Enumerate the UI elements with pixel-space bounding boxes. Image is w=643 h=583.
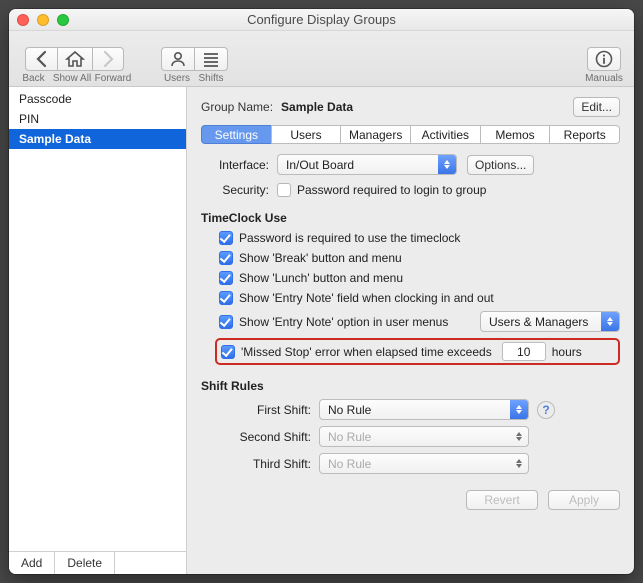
user-icon bbox=[169, 50, 187, 68]
shift2-select[interactable]: No Rule bbox=[319, 426, 529, 447]
sidebar-item-passcode[interactable]: Passcode bbox=[9, 89, 186, 109]
tc-entrymenu-checkbox[interactable]: Show 'Entry Note' option in user menus bbox=[219, 315, 448, 329]
revert-button[interactable]: Revert bbox=[466, 490, 538, 510]
chevron-updown-icon bbox=[510, 427, 528, 446]
tc-entrynote-label: Show 'Entry Note' field when clocking in… bbox=[239, 291, 494, 305]
shifts-label: Shifts bbox=[194, 73, 228, 84]
security-label: Security: bbox=[201, 183, 269, 197]
minimize-icon[interactable] bbox=[37, 14, 49, 26]
chevron-left-icon bbox=[35, 50, 49, 68]
tab-settings[interactable]: Settings bbox=[201, 125, 271, 144]
tc-password-checkbox[interactable]: Password is required to use the timecloc… bbox=[219, 231, 460, 245]
security-check-label: Password required to login to group bbox=[297, 183, 486, 197]
body: Passcode PIN Sample Data Add Delete Grou… bbox=[9, 87, 634, 574]
tc-entrynote-checkbox[interactable]: Show 'Entry Note' field when clocking in… bbox=[219, 291, 494, 305]
tab-reports[interactable]: Reports bbox=[549, 125, 620, 144]
sidebar-list[interactable]: Passcode PIN Sample Data bbox=[9, 87, 186, 551]
tc-entrymenu-label: Show 'Entry Note' option in user menus bbox=[239, 315, 448, 329]
checkbox-icon bbox=[219, 251, 233, 265]
help-icon[interactable]: ? bbox=[537, 401, 555, 419]
sidebar-footer: Add Delete bbox=[9, 551, 186, 574]
shift-header: Shift Rules bbox=[201, 379, 620, 393]
tab-managers[interactable]: Managers bbox=[340, 125, 410, 144]
sidebar-item-sample-data[interactable]: Sample Data bbox=[9, 129, 186, 149]
shift1-value: No Rule bbox=[328, 403, 371, 417]
shift1-select[interactable]: No Rule bbox=[319, 399, 529, 420]
entrymenu-value: Users & Managers bbox=[489, 315, 588, 329]
back-label: Back bbox=[17, 73, 50, 84]
tc-break-label: Show 'Break' button and menu bbox=[239, 251, 402, 265]
tab-users[interactable]: Users bbox=[271, 125, 341, 144]
back-button[interactable] bbox=[25, 47, 57, 71]
checkbox-icon bbox=[219, 271, 233, 285]
shift1-label: First Shift: bbox=[201, 403, 311, 417]
forward-label: Forward bbox=[94, 73, 132, 84]
delete-button[interactable]: Delete bbox=[55, 552, 115, 574]
shift3-select[interactable]: No Rule bbox=[319, 453, 529, 474]
close-icon[interactable] bbox=[17, 14, 29, 26]
shift3-value: No Rule bbox=[328, 457, 371, 471]
traffic-lights bbox=[17, 14, 69, 26]
toolbar: Back Show All Forward Users Shifts bbox=[9, 31, 634, 87]
edit-button[interactable]: Edit... bbox=[573, 97, 620, 117]
interface-label: Interface: bbox=[201, 158, 269, 172]
forward-button[interactable] bbox=[92, 47, 124, 71]
shifts-button[interactable] bbox=[194, 47, 228, 71]
tc-break-checkbox[interactable]: Show 'Break' button and menu bbox=[219, 251, 402, 265]
checkbox-icon bbox=[219, 315, 233, 329]
shift2-label: Second Shift: bbox=[201, 430, 311, 444]
checkbox-icon bbox=[219, 291, 233, 305]
users-button[interactable] bbox=[161, 47, 194, 71]
window-title: Configure Display Groups bbox=[9, 12, 634, 27]
zoom-icon[interactable] bbox=[57, 14, 69, 26]
shift3-label: Third Shift: bbox=[201, 457, 311, 471]
interface-value: In/Out Board bbox=[286, 158, 354, 172]
showall-label: Show All bbox=[50, 73, 94, 84]
tc-lunch-checkbox[interactable]: Show 'Lunch' button and menu bbox=[219, 271, 403, 285]
manuals-button[interactable] bbox=[587, 47, 621, 71]
tc-missed-checkbox[interactable]: 'Missed Stop' error when elapsed time ex… bbox=[221, 345, 492, 359]
checkbox-icon bbox=[277, 183, 291, 197]
tabs: Settings Users Managers Activities Memos… bbox=[201, 125, 620, 144]
sidebar: Passcode PIN Sample Data Add Delete bbox=[9, 87, 187, 574]
chevron-updown-icon bbox=[510, 400, 528, 419]
shift2-value: No Rule bbox=[328, 430, 371, 444]
chevron-right-icon bbox=[101, 50, 115, 68]
apply-button[interactable]: Apply bbox=[548, 490, 620, 510]
info-icon bbox=[595, 50, 613, 68]
manuals-label: Manuals bbox=[584, 73, 624, 84]
missed-hours-input[interactable]: 10 bbox=[502, 342, 546, 361]
tc-password-label: Password is required to use the timecloc… bbox=[239, 231, 460, 245]
tab-memos[interactable]: Memos bbox=[480, 125, 550, 144]
security-checkbox-row[interactable]: Password required to login to group bbox=[277, 183, 486, 197]
entrymenu-select[interactable]: Users & Managers bbox=[480, 311, 620, 332]
show-all-button[interactable] bbox=[57, 47, 92, 71]
options-button[interactable]: Options... bbox=[467, 155, 534, 175]
chevron-updown-icon bbox=[438, 155, 456, 174]
checkbox-icon bbox=[221, 345, 235, 359]
missed-stop-row: 'Missed Stop' error when elapsed time ex… bbox=[215, 338, 620, 365]
chevron-updown-icon bbox=[510, 454, 528, 473]
home-icon bbox=[65, 50, 85, 68]
tab-activities[interactable]: Activities bbox=[410, 125, 480, 144]
tc-missed-label: 'Missed Stop' error when elapsed time ex… bbox=[241, 345, 492, 359]
users-label: Users bbox=[160, 73, 194, 84]
group-name-value: Sample Data bbox=[281, 100, 353, 114]
content: Group Name: Sample Data Edit... Settings… bbox=[187, 87, 634, 574]
chevron-updown-icon bbox=[601, 312, 619, 331]
missed-units-label: hours bbox=[552, 345, 582, 359]
checkbox-icon bbox=[219, 231, 233, 245]
sidebar-item-pin[interactable]: PIN bbox=[9, 109, 186, 129]
list-icon bbox=[202, 50, 220, 68]
window: Configure Display Groups Back Show All F… bbox=[9, 9, 634, 574]
interface-select[interactable]: In/Out Board bbox=[277, 154, 457, 175]
timeclock-header: TimeClock Use bbox=[201, 211, 620, 225]
group-name-label: Group Name: bbox=[201, 100, 273, 114]
add-button[interactable]: Add bbox=[9, 552, 55, 574]
tc-lunch-label: Show 'Lunch' button and menu bbox=[239, 271, 403, 285]
titlebar: Configure Display Groups bbox=[9, 9, 634, 31]
